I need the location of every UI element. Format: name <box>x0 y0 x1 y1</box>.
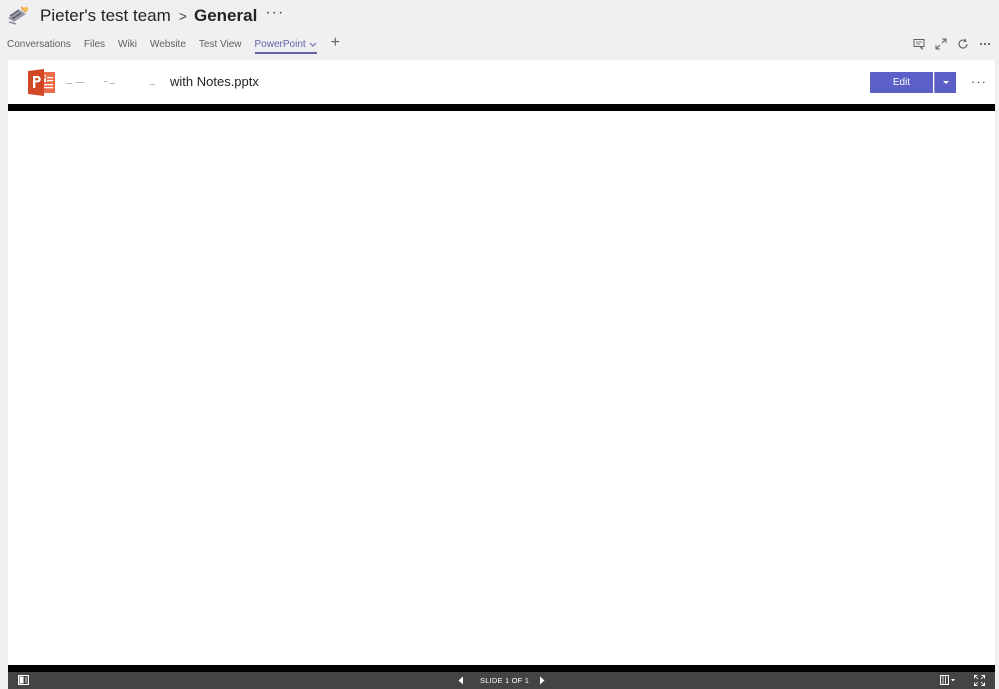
breadcrumb-channel[interactable]: General <box>194 6 257 26</box>
channel-more-icon[interactable]: ··· <box>265 4 284 22</box>
more-icon[interactable] <box>979 38 991 50</box>
slide-counter: SLIDE 1 OF 1 <box>480 676 530 685</box>
slide-bottom-border <box>8 665 995 672</box>
chevron-down-icon[interactable] <box>309 36 317 53</box>
view-options-icon[interactable] <box>940 675 956 685</box>
breadcrumb-separator: > <box>178 8 187 24</box>
conversation-icon[interactable] <box>913 38 925 50</box>
slide-top-border <box>8 104 995 111</box>
breadcrumb-team[interactable]: Pieter's test team <box>40 6 171 26</box>
team-avatar-icon[interactable] <box>6 4 30 26</box>
tab-powerpoint[interactable]: PowerPoint <box>254 36 317 54</box>
document-filename-text: with Notes.pptx <box>170 74 259 89</box>
document-panel: with Notes.pptx Edit ··· SLIDE 1 OF 1 <box>8 60 995 689</box>
tab-files[interactable]: Files <box>84 36 105 54</box>
add-tab-button[interactable]: + <box>331 35 340 51</box>
slide-canvas[interactable] <box>8 111 995 665</box>
edit-dropdown-button[interactable] <box>934 72 956 93</box>
document-filename: with Notes.pptx <box>64 74 259 89</box>
redacted-filename-part <box>64 76 166 88</box>
fullscreen-icon[interactable] <box>974 675 985 686</box>
tab-website[interactable]: Website <box>150 36 186 54</box>
tab-wiki[interactable]: Wiki <box>118 36 137 54</box>
edit-button[interactable]: Edit <box>870 72 933 93</box>
channel-header: Pieter's test team > General ··· Convers… <box>0 0 999 56</box>
edit-button-group: Edit <box>870 72 956 93</box>
expand-icon[interactable] <box>935 38 947 50</box>
slideshow-status-bar: SLIDE 1 OF 1 <box>8 672 995 689</box>
caret-down-icon <box>942 81 949 84</box>
next-slide-icon[interactable] <box>538 676 546 685</box>
powerpoint-icon <box>28 69 55 96</box>
tab-powerpoint-label: PowerPoint <box>254 39 306 50</box>
tab-actions <box>903 37 991 51</box>
notes-toggle-icon[interactable] <box>18 675 29 685</box>
breadcrumb: Pieter's test team > General ··· <box>40 4 284 27</box>
tab-bar: Conversations Files Wiki Website Test Vi… <box>7 35 340 56</box>
document-more-icon[interactable]: ··· <box>971 74 987 89</box>
tab-test-view[interactable]: Test View <box>199 36 242 54</box>
refresh-icon[interactable] <box>957 38 969 50</box>
tab-conversations[interactable]: Conversations <box>7 36 71 54</box>
previous-slide-icon[interactable] <box>457 676 465 685</box>
document-titlebar: with Notes.pptx Edit ··· <box>8 60 995 104</box>
